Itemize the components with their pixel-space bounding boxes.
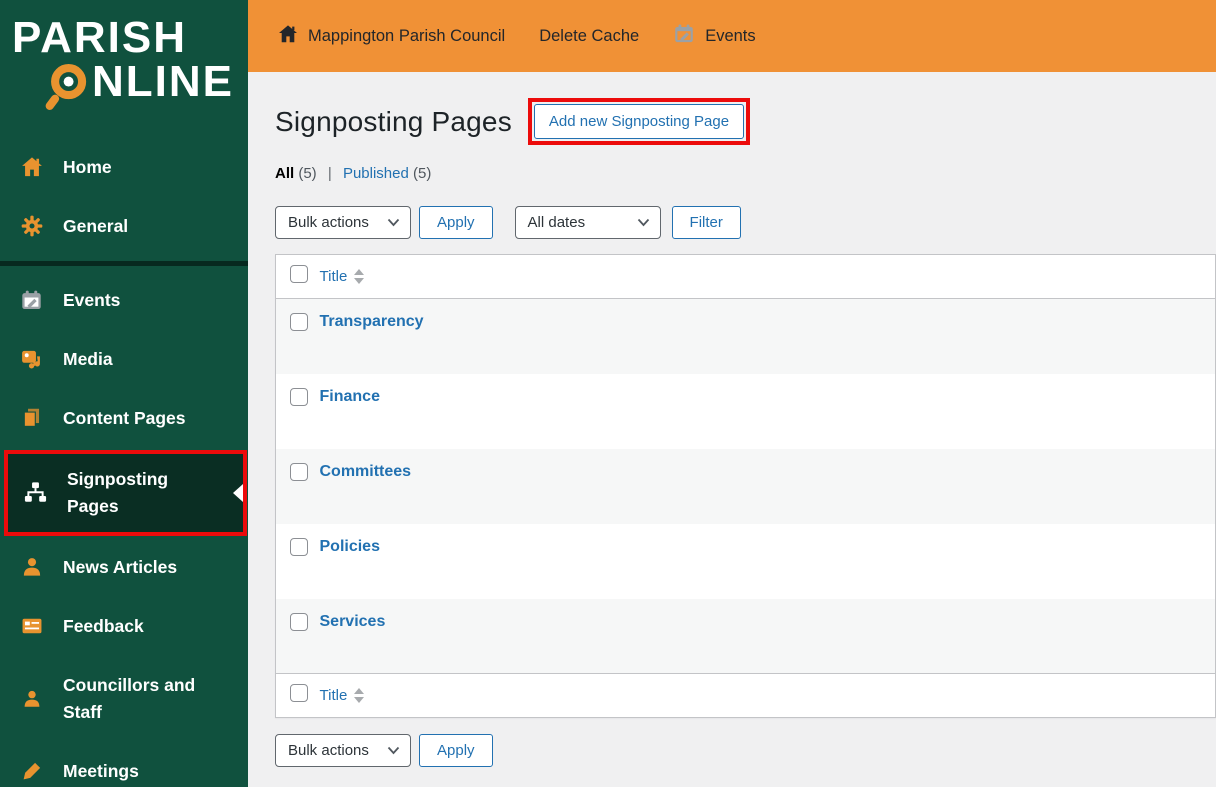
bulk-actions-select-bottom[interactable]: Bulk actions — [275, 734, 411, 767]
sidebar-item-label: Councillors and Staff — [63, 674, 196, 722]
sidebar-item-label: Events — [63, 289, 121, 310]
view-published-link[interactable]: Published — [343, 165, 409, 182]
select-all-checkbox[interactable] — [290, 684, 308, 702]
page-title-link[interactable]: Transparency — [320, 313, 424, 330]
app-window: PARISH NLINE Home General Events Media C… — [0, 0, 1216, 787]
calendar-icon — [673, 23, 695, 50]
apply-button[interactable]: Apply — [419, 206, 493, 239]
pencil-icon — [20, 760, 43, 783]
sidebar-nav: Home General Events Media Content Pages … — [0, 138, 248, 787]
topbar-delete-cache[interactable]: Delete Cache — [539, 27, 639, 46]
annotation-box-add-button: Add new Signposting Page — [527, 98, 751, 145]
row-checkbox[interactable] — [290, 537, 308, 556]
table-toolbar-top: Bulk actions Apply All dates Filter — [275, 206, 1216, 239]
topbar-site-name: Mappington Parish Council — [308, 26, 506, 45]
bulk-actions-select[interactable]: Bulk actions — [275, 206, 411, 239]
sidebar-divider — [0, 260, 248, 266]
annotation-box-sidebar: Signposting Pages — [4, 449, 247, 536]
sidebar-item-label: Home — [63, 156, 112, 177]
sidebar-item-content-pages[interactable]: Content Pages — [0, 389, 248, 448]
view-published-count: (5) — [413, 165, 432, 182]
logo-text-online: NLINE — [92, 56, 234, 106]
person-icon — [20, 556, 43, 579]
row-checkbox[interactable] — [290, 462, 308, 481]
sidebar-item-home[interactable]: Home — [0, 138, 248, 197]
topbar-site-link[interactable]: Mappington Parish Council — [278, 24, 505, 49]
row-checkbox[interactable] — [290, 313, 308, 331]
home-icon — [20, 156, 43, 179]
pages-icon — [20, 407, 43, 430]
view-all-count: (5) — [298, 165, 317, 182]
sidebar: PARISH NLINE Home General Events Media C… — [0, 0, 248, 787]
sort-arrows-icon — [354, 268, 365, 284]
sidebar-item-label: Feedback — [63, 615, 144, 636]
magnifier-logo-icon — [38, 59, 92, 120]
row-checkbox[interactable] — [290, 612, 308, 631]
sidebar-item-label: General — [63, 215, 129, 236]
home-icon — [278, 24, 298, 49]
page-title-link[interactable]: Finance — [320, 388, 380, 405]
table-row: Services — [275, 598, 1216, 674]
sidebar-item-media[interactable]: Media — [0, 330, 248, 389]
sitemap-icon — [24, 481, 47, 504]
sidebar-item-feedback[interactable]: Feedback — [0, 597, 248, 656]
table-row: Policies — [276, 524, 1216, 599]
table-row: Transparency — [275, 298, 1216, 374]
sidebar-item-label: Signposting Pages — [67, 468, 169, 516]
person-icon — [20, 687, 43, 710]
sidebar-item-label: Content Pages — [63, 407, 186, 428]
title-column-sort[interactable]: Title — [320, 268, 365, 285]
chevron-down-icon — [387, 746, 400, 755]
page-title-link[interactable]: Services — [320, 613, 386, 630]
page-title-link[interactable]: Policies — [320, 538, 380, 555]
topbar-events[interactable]: Events — [673, 23, 756, 50]
sidebar-item-signposting-pages[interactable]: Signposting Pages — [8, 453, 243, 532]
apply-button-bottom[interactable]: Apply — [419, 734, 493, 767]
sidebar-item-councillors-and-staff[interactable]: Councillors and Staff — [0, 656, 248, 742]
sidebar-item-general[interactable]: General — [0, 197, 248, 256]
sidebar-item-events[interactable]: Events — [0, 271, 248, 330]
signposting-pages-table: Title Transparency Finance Committees Po… — [275, 254, 1216, 718]
select-all-checkbox[interactable] — [290, 265, 308, 283]
media-icon — [20, 348, 43, 371]
all-dates-select[interactable]: All dates — [514, 206, 661, 239]
main-area: Mappington Parish Council Delete Cache E… — [248, 0, 1216, 787]
page-title: Signposting Pages — [275, 105, 512, 137]
sidebar-item-label: Meetings — [63, 760, 139, 781]
sidebar-item-label: Media — [63, 348, 113, 369]
sort-arrows-icon — [354, 687, 365, 703]
title-column-sort[interactable]: Title — [320, 687, 365, 704]
table-footer-row: Title — [275, 673, 1216, 718]
admin-topbar: Mappington Parish Council Delete Cache E… — [248, 0, 1216, 72]
filter-button[interactable]: Filter — [671, 206, 741, 239]
sidebar-item-label: News Articles — [63, 556, 178, 577]
chevron-down-icon — [637, 218, 650, 227]
row-checkbox[interactable] — [290, 387, 308, 406]
sidebar-item-news-articles[interactable]: News Articles — [0, 538, 248, 597]
logo-text-parish: PARISH — [12, 13, 187, 62]
gear-icon — [20, 215, 43, 238]
sidebar-item-meetings[interactable]: Meetings — [0, 742, 248, 787]
chevron-down-icon — [387, 218, 400, 227]
table-header-row: Title — [275, 255, 1216, 299]
view-all-link[interactable]: All — [275, 165, 294, 182]
table-toolbar-bottom: Bulk actions Apply — [275, 734, 1216, 767]
feedback-form-icon — [20, 615, 43, 638]
page-content: Signposting Pages Add new Signposting Pa… — [248, 72, 1216, 787]
view-separator: | — [327, 165, 332, 182]
view-filters: All (5) | Published (5) — [275, 165, 1216, 182]
table-row: Committees — [275, 448, 1216, 524]
parish-online-logo[interactable]: PARISH NLINE — [0, 0, 248, 134]
add-new-signposting-page-button[interactable]: Add new Signposting Page — [533, 104, 745, 139]
page-title-link[interactable]: Committees — [320, 463, 412, 480]
calendar-icon — [20, 289, 43, 312]
table-row: Finance — [276, 374, 1216, 449]
